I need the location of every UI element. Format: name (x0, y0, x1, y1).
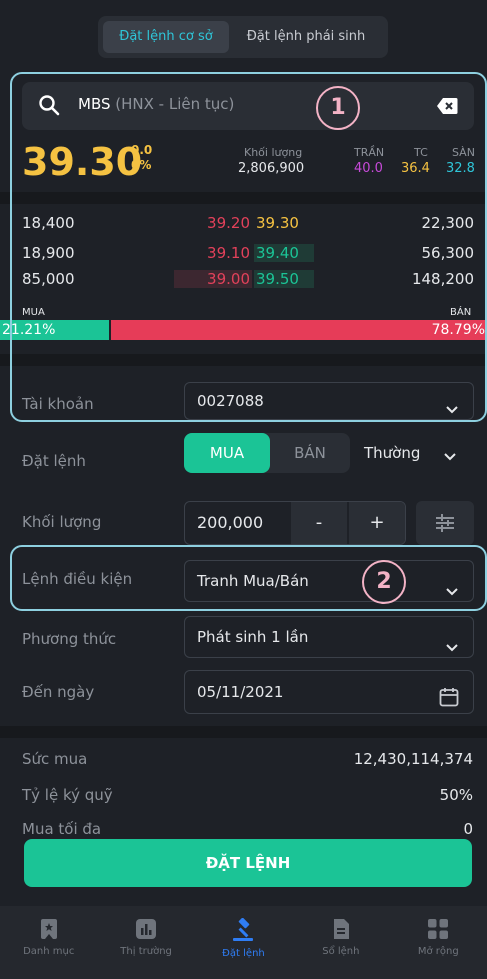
date-label: Đến ngày (22, 683, 95, 701)
decrease-button[interactable]: - (291, 502, 347, 544)
nav-item-order[interactable]: Đặt lệnh (195, 906, 292, 979)
date-picker[interactable]: 05/11/2021 (184, 670, 474, 714)
method-label: Phương thức (22, 630, 117, 648)
max-buy-label: Mua tối đa (22, 820, 102, 838)
settings-button[interactable] (416, 501, 474, 545)
chevron-down-icon (443, 448, 457, 467)
order-side-toggle: MUA BÁN (184, 433, 350, 473)
order-label: Đặt lệnh (22, 452, 86, 470)
quantity-input[interactable]: 200,000 (197, 513, 263, 532)
annotation-1: 1 (316, 86, 360, 130)
place-order-button[interactable]: ĐẶT LỆNH (24, 839, 472, 887)
nav-item-portfolio[interactable]: Danh mục (0, 906, 97, 979)
grid-icon (428, 919, 449, 939)
nav-item-market[interactable]: Thị trường (97, 906, 194, 979)
bookmark-star-icon (40, 919, 57, 939)
sell-button[interactable]: BÁN (270, 433, 350, 473)
quantity-label: Khối lượng (22, 513, 102, 531)
annotation-2: 2 (362, 560, 406, 604)
divider (0, 726, 487, 738)
method-select[interactable]: Phát sinh 1 lần (184, 616, 474, 658)
document-icon (333, 919, 349, 939)
increase-button[interactable]: + (349, 502, 405, 544)
sliders-icon (436, 514, 454, 532)
tab-base-order[interactable]: Đặt lệnh cơ sở (103, 21, 229, 53)
chart-icon (136, 919, 157, 939)
buying-power-value: 12,430,114,374 (353, 750, 473, 768)
max-buy-value: 0 (463, 820, 473, 838)
gavel-icon (233, 918, 254, 941)
tab-derivative-order[interactable]: Đặt lệnh phái sinh (229, 21, 383, 53)
buy-button[interactable]: MUA (184, 433, 270, 473)
margin-ratio-value: 50% (439, 786, 473, 804)
order-type-tabs: Đặt lệnh cơ sở Đặt lệnh phái sinh (98, 16, 388, 58)
chevron-down-icon (445, 629, 459, 669)
buying-power-label: Sức mua (22, 750, 88, 768)
nav-item-order-book[interactable]: Sổ lệnh (292, 906, 389, 979)
highlight-frame-1 (10, 72, 487, 422)
calendar-icon[interactable] (439, 681, 459, 723)
bottom-nav: Danh mục Thị trường Đặt lệnh Sổ lệnh Mở … (0, 906, 487, 979)
nav-item-more[interactable]: Mở rộng (390, 906, 487, 979)
order-type-select[interactable]: Thường (364, 444, 420, 462)
margin-ratio-label: Tỷ lệ ký quỹ (22, 786, 113, 804)
highlight-frame-2 (10, 545, 487, 611)
quantity-stepper: 200,000 - + (184, 501, 406, 545)
